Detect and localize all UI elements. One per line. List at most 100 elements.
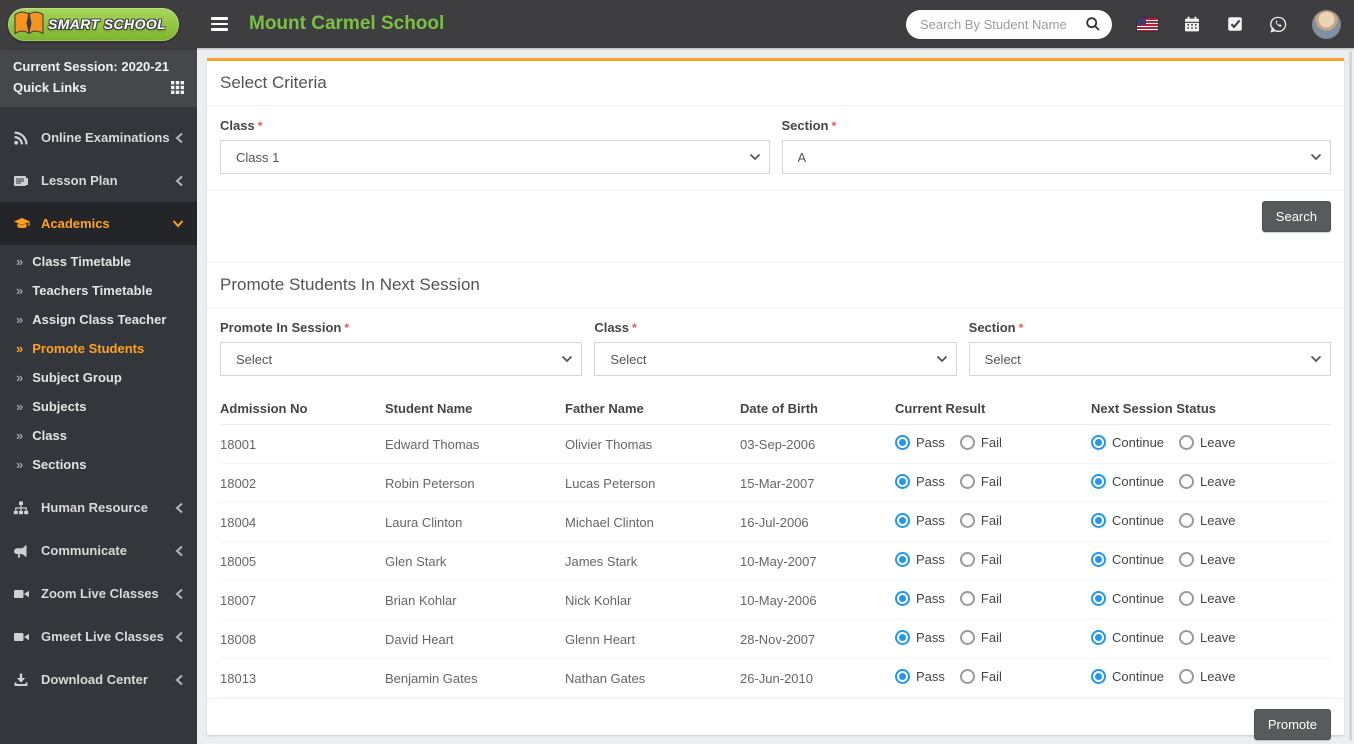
radio-unselected-icon[interactable] <box>1179 552 1195 567</box>
quick-links-grid-icon[interactable] <box>171 81 184 94</box>
radio-unselected-icon[interactable] <box>1179 591 1195 606</box>
current-result-option-pass[interactable]: Pass <box>895 591 945 606</box>
next-session-status-option-leave[interactable]: Leave <box>1179 474 1235 489</box>
class-select[interactable]: Class 1 <box>220 140 770 174</box>
sidebar-subitem-promote-students[interactable]: » Promote Students <box>0 334 197 363</box>
radio-selected-icon[interactable] <box>1091 630 1106 645</box>
calendar-icon[interactable] <box>1183 15 1201 33</box>
radio-unselected-icon[interactable] <box>959 435 975 450</box>
current-result-option-pass[interactable]: Pass <box>895 474 945 489</box>
radio-selected-icon[interactable] <box>895 513 910 528</box>
sidebar-item-zoom-live-classes[interactable]: Zoom Live Classes <box>0 572 197 615</box>
radio-unselected-icon[interactable] <box>959 552 975 567</box>
next-session-status-option-leave[interactable]: Leave <box>1179 630 1235 645</box>
scrollbar[interactable] <box>1349 51 1352 741</box>
sidebar-subitem-class[interactable]: » Class <box>0 421 197 450</box>
current-result-option-pass[interactable]: Pass <box>895 552 945 567</box>
next-session-status-option-continue[interactable]: Continue <box>1091 513 1164 528</box>
current-result-option-fail[interactable]: Fail <box>959 630 1002 645</box>
radio-unselected-icon[interactable] <box>1179 630 1195 645</box>
radio-unselected-icon[interactable] <box>959 591 975 606</box>
search-input[interactable] <box>920 16 1085 32</box>
sidebar-item-download-center[interactable]: Download Center <box>0 658 197 701</box>
option-label: Continue <box>1112 669 1165 684</box>
radio-unselected-icon[interactable] <box>1179 435 1195 450</box>
next-session-status-option-continue[interactable]: Continue <box>1091 630 1164 645</box>
hamburger-menu-icon[interactable] <box>211 17 228 31</box>
next-session-status-cell: Continue Leave <box>1091 502 1331 542</box>
sidebar-item-human-resource[interactable]: Human Resource <box>0 486 197 529</box>
double-angle-right-icon: » <box>16 457 24 472</box>
radio-unselected-icon[interactable] <box>1179 669 1195 684</box>
sidebar-item-communicate[interactable]: Communicate <box>0 529 197 572</box>
next-session-status-option-continue[interactable]: Continue <box>1091 552 1164 567</box>
logo[interactable]: SMART SCHOOL <box>0 0 197 48</box>
sidebar-subitem-assign-class-teacher[interactable]: » Assign Class Teacher <box>0 305 197 334</box>
current-result-option-pass[interactable]: Pass <box>895 435 945 450</box>
next-session-status-option-continue[interactable]: Continue <box>1091 669 1164 684</box>
radio-selected-icon[interactable] <box>895 630 910 645</box>
radio-selected-icon[interactable] <box>895 474 910 489</box>
current-result-option-fail[interactable]: Fail <box>959 552 1002 567</box>
promote-session-select[interactable]: Select <box>220 342 583 376</box>
option-label: Continue <box>1112 513 1165 528</box>
next-session-status-option-leave[interactable]: Leave <box>1179 435 1235 450</box>
next-session-status-option-leave[interactable]: Leave <box>1179 591 1235 606</box>
next-session-status-option-continue[interactable]: Continue <box>1091 474 1164 489</box>
radio-unselected-icon[interactable] <box>959 630 975 645</box>
tasks-icon[interactable] <box>1226 15 1244 33</box>
radio-selected-icon[interactable] <box>1091 591 1106 606</box>
radio-unselected-icon[interactable] <box>1179 513 1195 528</box>
language-flag-icon[interactable] <box>1137 17 1158 31</box>
avatar[interactable] <box>1313 10 1340 38</box>
radio-selected-icon[interactable] <box>1091 669 1106 684</box>
sidebar-subitem-subjects[interactable]: » Subjects <box>0 392 197 421</box>
radio-selected-icon[interactable] <box>1091 513 1106 528</box>
current-result-option-pass[interactable]: Pass <box>895 669 945 684</box>
sidebar-item-academics[interactable]: Academics <box>0 202 197 245</box>
sidebar-subitem-teachers-timetable[interactable]: » Teachers Timetable <box>0 276 197 305</box>
section-select[interactable]: A <box>781 140 1331 174</box>
sidebar-subitem-sections[interactable]: » Sections <box>0 450 197 479</box>
radio-selected-icon[interactable] <box>1091 552 1106 567</box>
sidebar-item-label: Gmeet Live Classes <box>41 629 164 644</box>
sidebar-item-lesson-plan[interactable]: Lesson Plan <box>0 159 197 202</box>
promote-class-select[interactable]: Select <box>594 342 957 376</box>
next-session-status-option-continue[interactable]: Continue <box>1091 435 1164 450</box>
sidebar-subitem-class-timetable[interactable]: » Class Timetable <box>0 247 197 276</box>
radio-selected-icon[interactable] <box>1091 435 1106 450</box>
current-result-option-fail[interactable]: Fail <box>959 435 1002 450</box>
sidebar-item-online-examinations[interactable]: Online Examinations <box>0 116 197 159</box>
whatsapp-icon[interactable] <box>1269 15 1288 34</box>
radio-selected-icon[interactable] <box>895 591 910 606</box>
current-result-option-pass[interactable]: Pass <box>895 513 945 528</box>
quick-links-label[interactable]: Quick Links <box>13 77 87 98</box>
search-button[interactable]: Search <box>1261 201 1331 232</box>
next-session-status-option-continue[interactable]: Continue <box>1091 591 1164 606</box>
chevron-left-icon <box>175 588 184 600</box>
radio-selected-icon[interactable] <box>895 669 910 684</box>
current-result-option-fail[interactable]: Fail <box>959 591 1002 606</box>
next-session-status-option-leave[interactable]: Leave <box>1179 552 1235 567</box>
radio-unselected-icon[interactable] <box>959 669 975 684</box>
radio-selected-icon[interactable] <box>895 435 910 450</box>
student-search[interactable] <box>906 9 1112 39</box>
radio-unselected-icon[interactable] <box>959 513 975 528</box>
radio-unselected-icon[interactable] <box>1179 474 1195 489</box>
current-result-option-fail[interactable]: Fail <box>959 474 1002 489</box>
radio-selected-icon[interactable] <box>895 552 910 567</box>
radio-unselected-icon[interactable] <box>959 474 975 489</box>
search-icon[interactable] <box>1085 16 1101 32</box>
promote-button[interactable]: Promote <box>1253 709 1331 740</box>
current-result-option-fail[interactable]: Fail <box>959 669 1002 684</box>
next-session-status-option-leave[interactable]: Leave <box>1179 669 1235 684</box>
sidebar-item-gmeet-live-classes[interactable]: Gmeet Live Classes <box>0 615 197 658</box>
current-result-option-pass[interactable]: Pass <box>895 630 945 645</box>
current-result-option-fail[interactable]: Fail <box>959 513 1002 528</box>
next-session-status-option-leave[interactable]: Leave <box>1179 513 1235 528</box>
sidebar-subitem-subject-group[interactable]: » Subject Group <box>0 363 197 392</box>
quick-links[interactable]: Quick Links <box>13 77 184 98</box>
promote-section-select[interactable]: Select <box>968 342 1331 376</box>
required-asterisk: * <box>344 321 350 335</box>
radio-selected-icon[interactable] <box>1091 474 1106 489</box>
